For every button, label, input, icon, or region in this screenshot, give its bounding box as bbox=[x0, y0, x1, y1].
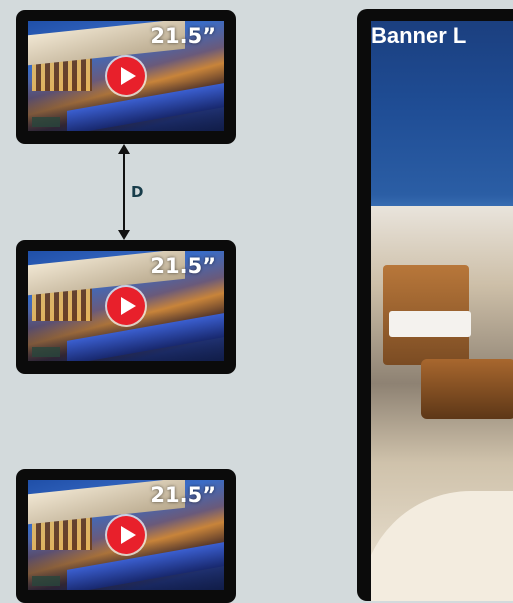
table bbox=[421, 359, 513, 419]
screen-size-label: 21.5” bbox=[150, 254, 216, 278]
display-screen-2: 21.5” bbox=[16, 240, 236, 374]
screen-size-label: 21.5” bbox=[150, 24, 216, 48]
banner-image bbox=[371, 21, 513, 601]
screen-image: 21.5” bbox=[28, 251, 224, 361]
screen-size-label: 21.5” bbox=[150, 483, 216, 507]
screen-image: 21.5” bbox=[28, 480, 224, 590]
banner-display: Banner L bbox=[357, 9, 513, 601]
play-icon[interactable] bbox=[107, 516, 145, 554]
play-icon[interactable] bbox=[107, 57, 145, 95]
play-icon[interactable] bbox=[107, 287, 145, 325]
distance-line bbox=[123, 147, 125, 237]
screen-image: 21.5” bbox=[28, 21, 224, 131]
distance-label: D bbox=[131, 183, 144, 201]
arrow-down-icon bbox=[118, 230, 130, 240]
banner-title: Banner L bbox=[371, 23, 467, 48]
display-screen-1: 21.5” bbox=[16, 10, 236, 144]
display-screen-3: 21.5” bbox=[16, 469, 236, 603]
